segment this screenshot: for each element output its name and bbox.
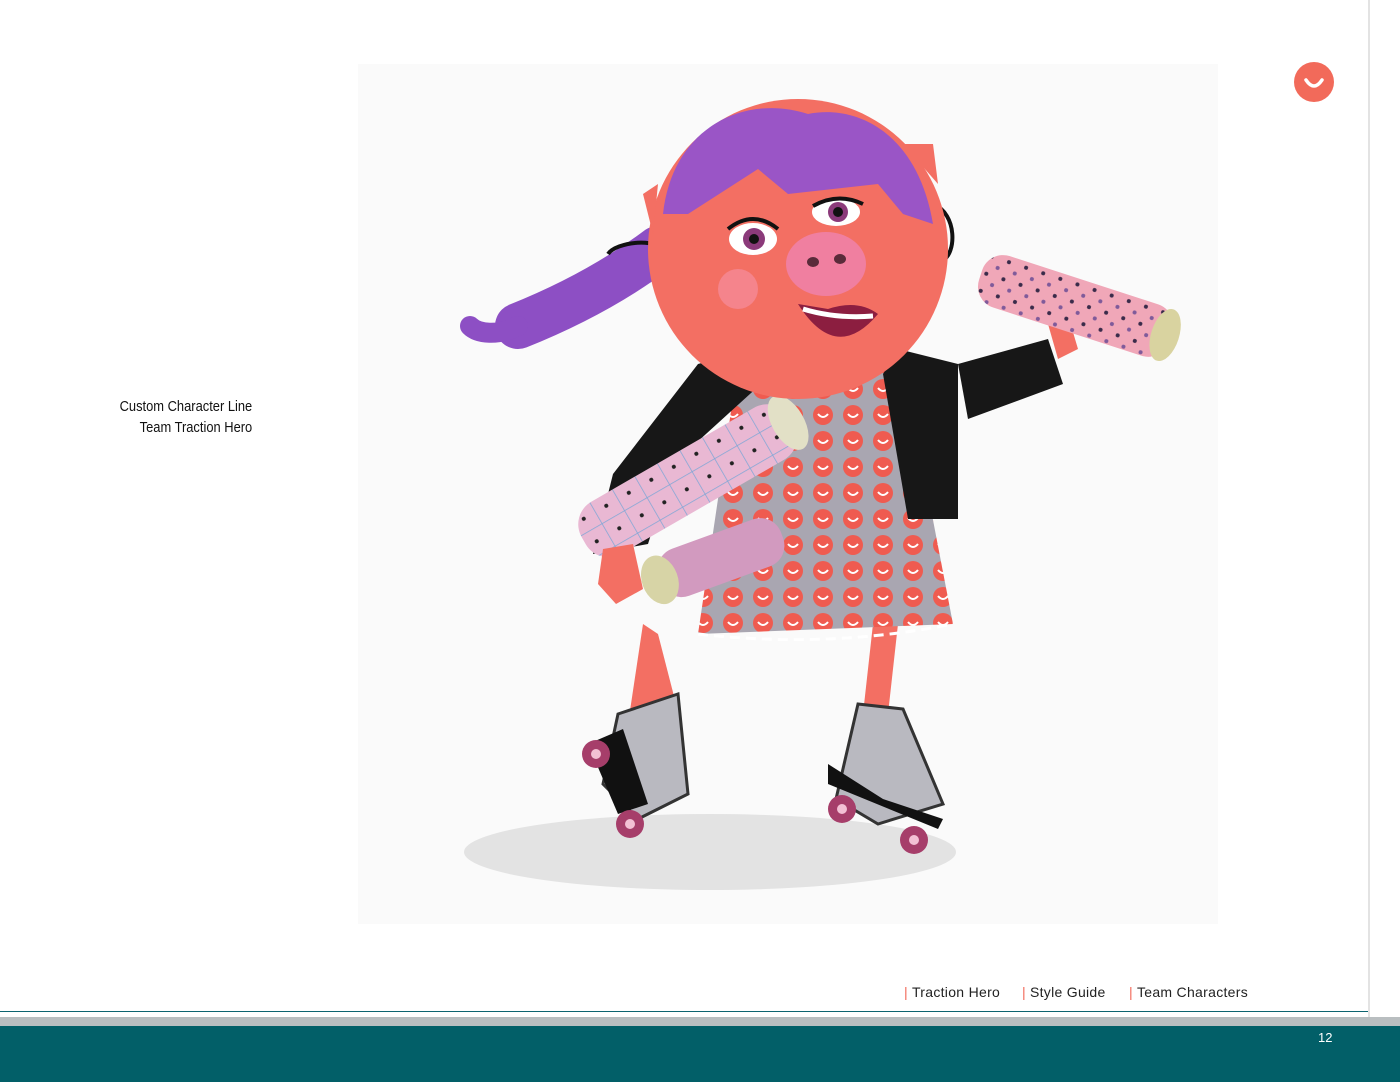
- logo-smile-icon: [1294, 62, 1334, 102]
- caption-line-2: Team Traction Hero: [139, 419, 252, 436]
- footer-nav-label: Traction Hero: [911, 984, 1001, 1000]
- footer-nav-item-team-characters[interactable]: | Team Characters: [1129, 984, 1248, 1000]
- figure-caption: Custom Character Line Team Traction Hero: [119, 396, 252, 438]
- footer-nav-label: Team Characters: [1136, 984, 1249, 1000]
- character-illustration: [358, 64, 1218, 924]
- nav-separator-icon: |: [904, 984, 908, 1000]
- footer-band: [0, 1026, 1400, 1082]
- nav-separator-icon: |: [1129, 984, 1133, 1000]
- footer-nav-item-style-guide[interactable]: | Style Guide: [1022, 984, 1106, 1000]
- footer-nav-item-traction-hero[interactable]: | Traction Hero: [904, 984, 1000, 1000]
- page-number: 12: [1318, 1030, 1333, 1045]
- footer-band-grey: [0, 1017, 1400, 1026]
- footer-divider: [0, 1011, 1368, 1012]
- page-edge-rule: [1368, 0, 1370, 1082]
- nav-separator-icon: |: [1022, 984, 1026, 1000]
- footer-nav-label: Style Guide: [1029, 984, 1106, 1000]
- caption-line-1: Custom Character Line: [119, 398, 252, 415]
